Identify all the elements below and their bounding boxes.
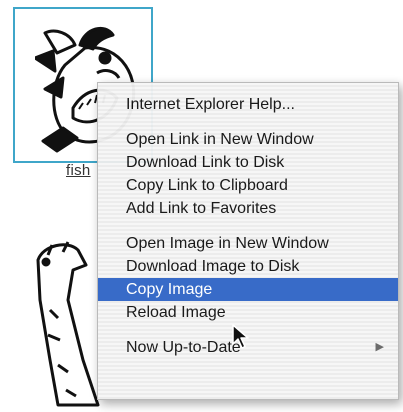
context-menu: Internet Explorer Help... Open Link in N… [97, 82, 399, 400]
thumbnail-caption[interactable]: fish [66, 162, 91, 179]
mouse-cursor-icon [232, 324, 249, 349]
menu-separator [98, 220, 398, 232]
menu-item-open-image-new-window[interactable]: Open Image in New Window [98, 232, 398, 255]
menu-item-copy-image[interactable]: Copy Image [98, 278, 398, 301]
menu-item-add-link-to-favorites[interactable]: Add Link to Favorites [98, 197, 398, 220]
menu-item-copy-link-to-clipboard[interactable]: Copy Link to Clipboard [98, 174, 398, 197]
menu-item-reload-image[interactable]: Reload Image [98, 301, 398, 324]
menu-item-label: Now Up-to-Date [126, 339, 241, 356]
menu-item-download-image-to-disk[interactable]: Download Image to Disk [98, 255, 398, 278]
menu-item-download-link-to-disk[interactable]: Download Link to Disk [98, 151, 398, 174]
menu-item-open-link-new-window[interactable]: Open Link in New Window [98, 128, 398, 151]
menu-item-internet-explorer-help[interactable]: Internet Explorer Help... [98, 93, 398, 116]
submenu-arrow-icon: ▶ [375, 341, 384, 353]
menu-separator [98, 116, 398, 128]
